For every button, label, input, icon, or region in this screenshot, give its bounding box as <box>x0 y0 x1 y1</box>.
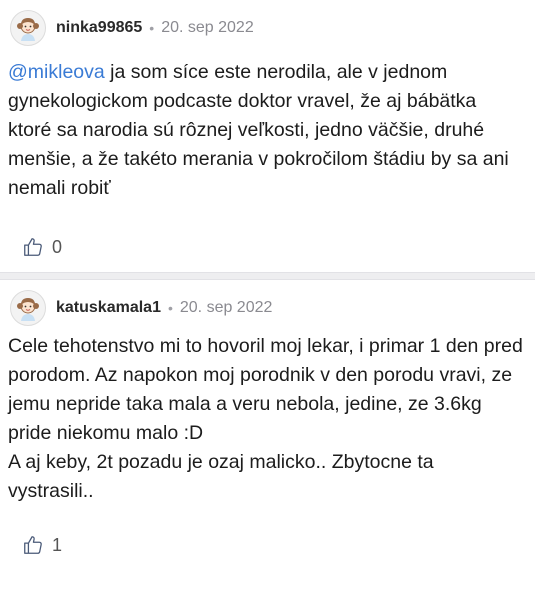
comment-card: ninka99865 • 20. sep 2022 @mikleova ja s… <box>0 0 535 272</box>
like-count: 0 <box>52 236 63 257</box>
thumbs-up-icon <box>24 238 42 256</box>
mention-link[interactable]: @mikleova <box>8 61 105 83</box>
like-button[interactable]: 0 <box>22 236 62 258</box>
meta-separator: • <box>167 300 173 316</box>
like-button[interactable]: 1 <box>22 534 62 556</box>
comment-paragraph: Cele tehotenstvo mi to hovoril moj lekar… <box>8 335 523 444</box>
comment-text: @mikleova ja som síce este nerodila, ale… <box>8 58 523 203</box>
comment-header: katuskamala1 • 20. sep 2022 <box>10 288 272 328</box>
meta-separator: • <box>149 20 155 36</box>
girl-avatar-icon[interactable] <box>10 10 46 46</box>
comment-date: 20. sep 2022 <box>161 19 254 36</box>
username[interactable]: ninka99865 <box>56 19 142 37</box>
comment-text: Cele tehotenstvo mi to hovoril moj lekar… <box>8 332 523 506</box>
comment-divider <box>0 272 535 280</box>
like-count: 1 <box>52 534 63 555</box>
username[interactable]: katuskamala1 <box>56 299 161 317</box>
comment-header: ninka99865 • 20. sep 2022 <box>10 8 254 48</box>
thumbs-up-icon <box>24 536 42 554</box>
comment-card: katuskamala1 • 20. sep 2022 Cele tehoten… <box>0 280 535 595</box>
girl-avatar-icon[interactable] <box>10 290 46 326</box>
comment-paragraph: A aj keby, 2t pozadu je ozaj malicko.. Z… <box>8 451 434 502</box>
comment-date: 20. sep 2022 <box>179 299 273 316</box>
